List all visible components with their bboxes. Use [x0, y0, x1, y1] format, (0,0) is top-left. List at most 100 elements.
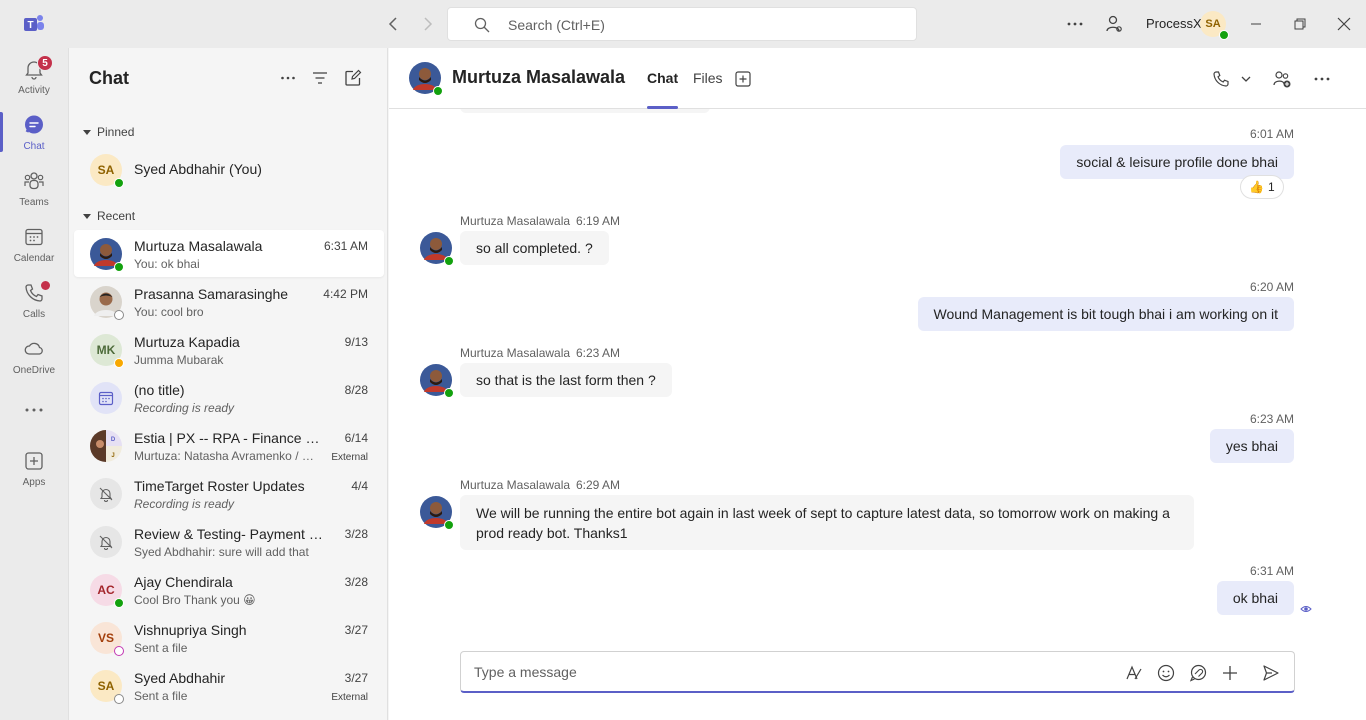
my-message-bubble[interactable]: Wound Management is bit tough bhai i am …	[917, 297, 1294, 331]
chat-item-vishnupriya-singh[interactable]: VS Vishnupriya Singh Sent a file 3/27	[74, 614, 384, 661]
more-options-icon[interactable]	[1065, 14, 1085, 34]
emoji-icon[interactable]	[1156, 663, 1176, 683]
chat-item-murtuza-kapadia[interactable]: MK Murtuza Kapadia Jumma Mubarak 9/13	[74, 326, 384, 373]
back-arrow-icon[interactable]	[384, 14, 404, 34]
chat-item-prasanna-samarasinghe[interactable]: Prasanna Samarasinghe You: cool bro 4:42…	[74, 278, 384, 325]
muted-bell-icon	[99, 535, 113, 550]
filter-icon[interactable]	[311, 69, 329, 87]
chat-preview: Murtuza: Natasha Avramenko / De...	[134, 449, 319, 463]
rail-label: Chat	[23, 141, 45, 152]
chat-time: 6:31 AM	[323, 239, 368, 253]
chat-item-review-testing[interactable]: Review & Testing- Payment sta... Syed Ab…	[74, 518, 384, 565]
apps-icon	[23, 450, 45, 472]
sender-avatar[interactable]	[420, 496, 454, 530]
chat-preview: Syed Abdhahir: sure will add that	[134, 545, 309, 559]
chat-time: 9/13	[344, 335, 368, 349]
rail-teams[interactable]: Teams	[0, 162, 68, 218]
chat-item-no-title[interactable]: (no title) Recording is ready 8/28	[74, 374, 384, 421]
presence-oof-icon	[114, 646, 124, 656]
teams-logo-icon: T	[22, 12, 46, 36]
their-message-bubble[interactable]: so all completed. ?	[460, 231, 609, 265]
rail-activity[interactable]: 5 Activity	[0, 50, 68, 106]
avatar-initials: VS	[97, 631, 114, 645]
presence-offline-icon	[114, 694, 124, 704]
their-message-bubble[interactable]: so that is the last form then ?	[460, 363, 672, 397]
more-apps-icon	[23, 396, 45, 418]
profile-avatar[interactable]: SA	[1200, 11, 1229, 40]
loop-component-icon[interactable]	[1188, 663, 1208, 683]
audio-call-icon[interactable]	[1211, 69, 1231, 89]
avatar: AC	[90, 574, 124, 608]
more-options-icon[interactable]	[279, 69, 297, 87]
search-placeholder: Search (Ctrl+E)	[508, 17, 605, 33]
tab-chat[interactable]: Chat	[647, 70, 679, 109]
rail-calendar[interactable]: Calendar	[0, 218, 68, 274]
rail-calls[interactable]: Calls	[0, 274, 68, 330]
people-settings-icon[interactable]	[1104, 14, 1124, 34]
rail-onedrive[interactable]: OneDrive	[0, 330, 68, 386]
chat-item-murtuza-masalawala[interactable]: Murtuza Masalawala You: ok bhai 6:31 AM	[74, 230, 384, 277]
message-compose-box[interactable]: Type a message	[460, 651, 1295, 693]
attach-plus-icon[interactable]	[1220, 663, 1240, 683]
chat-item-timetarget-roster[interactable]: TimeTarget Roster Updates Recording is r…	[74, 470, 384, 517]
my-message-bubble[interactable]: social & leisure profile done bhai	[1060, 145, 1294, 179]
reaction-pill[interactable]: 👍 1	[1240, 175, 1284, 199]
rail-apps[interactable]: Apps	[0, 442, 68, 498]
forward-arrow-icon[interactable]	[417, 14, 437, 34]
pinned-section-toggle[interactable]: Pinned	[83, 125, 134, 139]
new-chat-icon[interactable]	[344, 69, 362, 87]
avatar	[90, 286, 124, 320]
rail-more[interactable]	[0, 388, 68, 428]
my-message-bubble[interactable]: yes bhai	[1209, 429, 1294, 463]
chat-preview: You: ok bhai	[134, 257, 200, 271]
chat-name: (no title)	[134, 382, 185, 398]
search-icon	[474, 17, 490, 33]
avatar-initials: AC	[97, 583, 115, 597]
presence-available-icon	[114, 178, 124, 188]
sender-avatar[interactable]	[420, 232, 454, 266]
profile-initials: SA	[1205, 18, 1221, 30]
presence-available-icon	[444, 388, 454, 398]
avatar-initials: MK	[96, 343, 116, 357]
chat-time: 3/27	[344, 623, 368, 637]
message-sender: Murtuza Masalawala	[460, 346, 571, 360]
add-tab-icon[interactable]	[734, 70, 752, 88]
contact-avatar[interactable]	[409, 62, 443, 96]
teams-icon	[23, 170, 45, 192]
sender-avatar[interactable]	[420, 364, 454, 398]
chat-item-estia-group[interactable]: DJ Estia | PX -- RPA - Finance Stre... M…	[74, 422, 384, 469]
chat-time: 4:42 PM	[323, 287, 368, 301]
presence-available-icon	[114, 598, 124, 608]
conversation-header: Murtuza Masalawala Chat Files	[389, 48, 1366, 109]
message-sender: Murtuza Masalawala	[460, 214, 571, 228]
chat-item-syed-abdhahir[interactable]: SA Syed Abdhahir Sent a file 3/27 Extern…	[74, 662, 384, 709]
organization-name[interactable]: ProcessX	[1146, 16, 1202, 31]
avatar: SA	[90, 154, 124, 188]
caret-down-icon	[83, 129, 91, 135]
svg-text:J: J	[111, 453, 114, 459]
format-icon[interactable]	[1124, 663, 1144, 683]
tab-files[interactable]: Files	[693, 70, 723, 86]
contact-name[interactable]: Murtuza Masalawala	[452, 67, 625, 88]
message-text: Wound Management is bit tough bhai i am …	[933, 306, 1279, 322]
avatar: SA	[90, 670, 124, 704]
search-input[interactable]: Search (Ctrl+E)	[447, 7, 917, 41]
restore-icon[interactable]	[1290, 14, 1310, 34]
their-message-bubble[interactable]: We will be running the entire bot again …	[460, 495, 1194, 550]
more-options-icon[interactable]	[1312, 69, 1332, 89]
chevron-down-icon[interactable]	[1236, 69, 1256, 89]
add-people-icon[interactable]	[1272, 69, 1292, 89]
send-icon[interactable]	[1261, 663, 1281, 683]
close-icon[interactable]	[1334, 14, 1354, 34]
external-tag: External	[331, 452, 368, 463]
rail-chat[interactable]: Chat	[0, 106, 68, 162]
chat-item-ajay-chendirala[interactable]: AC Ajay Chendirala Cool Bro Thank you 😀 …	[74, 566, 384, 613]
message-list: 6:01 AM social & leisure profile done bh…	[389, 109, 1366, 639]
recent-section-toggle[interactable]: Recent	[83, 209, 135, 223]
reaction-count: 1	[1267, 180, 1275, 194]
my-message-bubble[interactable]: ok bhai	[1216, 581, 1294, 615]
minimize-icon[interactable]	[1246, 14, 1266, 34]
message-text: social & leisure profile done bhai	[1076, 154, 1278, 170]
message-text: We will be running the entire bot again …	[476, 504, 1170, 541]
chat-item-pinned-self[interactable]: SA Syed Abdhahir (You)	[74, 146, 384, 193]
